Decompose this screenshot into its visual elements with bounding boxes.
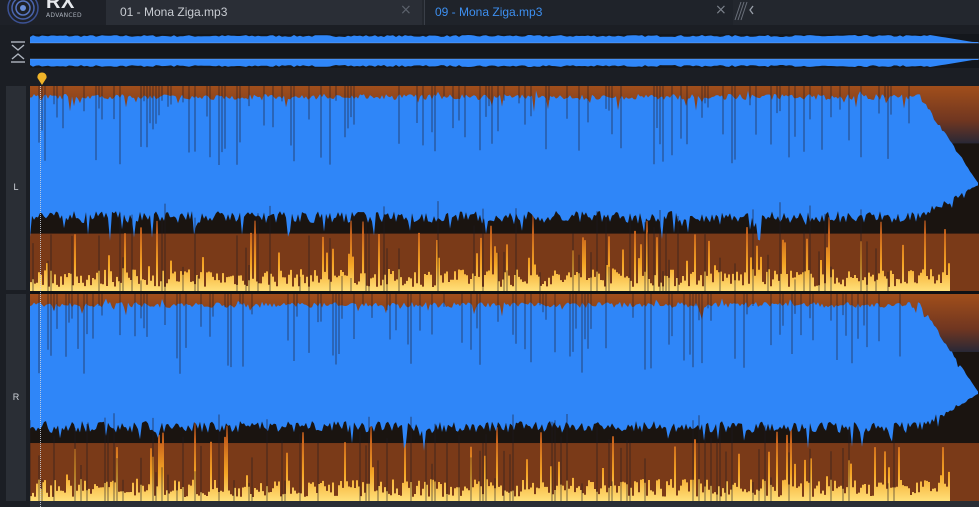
- tab-label: 09 - Mona Ziga.mp3: [435, 5, 543, 19]
- tab-09-mona-ziga[interactable]: 09 - Mona Ziga.mp3 ×: [424, 0, 733, 25]
- channel-left-spectrogram[interactable]: [30, 86, 979, 291]
- tab-label: 01 - Mona Ziga.mp3: [120, 5, 228, 19]
- tab-overflow-icon[interactable]: [732, 0, 762, 25]
- app-logo: RX ADVANCED: [0, 0, 106, 25]
- channel-right-header[interactable]: R: [6, 294, 26, 501]
- top-bar: RX ADVANCED 01 - Mona Ziga.mp3 × 09 - Mo…: [0, 0, 979, 25]
- close-icon[interactable]: ×: [400, 2, 412, 18]
- close-icon[interactable]: ×: [715, 2, 727, 18]
- time-ruler: [30, 501, 979, 507]
- playhead-marker-icon[interactable]: [36, 72, 48, 86]
- channel-left-header[interactable]: L: [6, 86, 26, 290]
- channel-right-spectrogram[interactable]: [30, 294, 979, 501]
- tab-01-mona-ziga[interactable]: 01 - Mona Ziga.mp3 ×: [106, 0, 422, 25]
- overview-waveform[interactable]: [30, 34, 979, 68]
- channel-label-right: R: [12, 392, 20, 402]
- rx-logo-icon: [7, 0, 39, 24]
- playhead-line: [40, 86, 41, 507]
- logo-edition-text: ADVANCED: [46, 12, 82, 19]
- channel-label-left: L: [13, 182, 19, 192]
- collapse-overview-icon[interactable]: [8, 37, 28, 65]
